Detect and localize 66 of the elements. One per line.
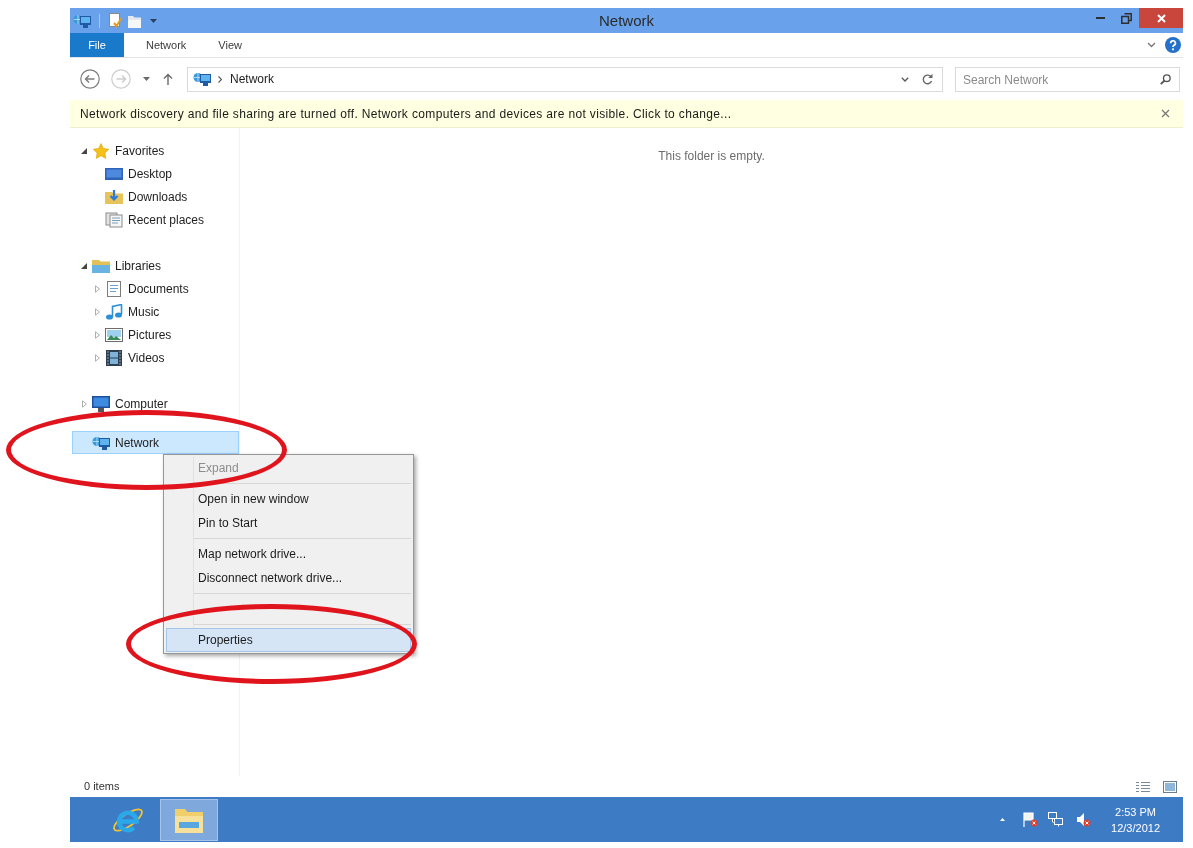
picture-icon [105, 326, 123, 343]
folder-icon [92, 257, 110, 274]
search-field[interactable]: Search Network [955, 67, 1180, 92]
ribbon-tab[interactable]: View [202, 33, 258, 57]
address-bar[interactable]: Network [187, 66, 943, 92]
nav-item[interactable]: Desktop [72, 162, 239, 185]
details-view-icon[interactable] [1136, 780, 1150, 793]
nav-item[interactable]: Documents [72, 277, 239, 300]
clock-date: 12/3/2012 [1111, 820, 1160, 836]
nav-item[interactable]: Recent places [72, 208, 239, 231]
network-icon [73, 12, 91, 29]
help-icon[interactable] [1165, 37, 1181, 53]
menu-item[interactable]: Properties [166, 628, 411, 652]
breadcrumb-item[interactable]: Network [230, 70, 274, 88]
film-icon [105, 349, 123, 366]
chevron-down-icon[interactable] [1147, 42, 1156, 48]
download-folder-icon [105, 188, 123, 205]
chevron-right-icon [218, 75, 222, 83]
document-icon [105, 280, 123, 297]
item-count: 0 items [84, 779, 120, 795]
nav-item[interactable]: Music [72, 300, 239, 323]
nav-item[interactable]: Libraries [72, 254, 239, 277]
dropdown-caret-icon[interactable] [143, 77, 150, 81]
large-icons-view-icon[interactable] [1163, 780, 1177, 793]
network-monitor-icon[interactable] [1048, 812, 1064, 827]
flag-icon[interactable] [1023, 812, 1039, 827]
nav-item[interactable]: Computer [72, 392, 239, 415]
back-button[interactable] [80, 69, 100, 89]
document-check-icon[interactable] [109, 13, 122, 28]
up-arrow-icon[interactable] [163, 73, 173, 85]
menu-item[interactable]: Pin to Start [166, 511, 411, 535]
empty-folder-message: This folder is empty. [658, 148, 765, 165]
close-icon [1161, 109, 1170, 118]
speaker-icon[interactable] [1076, 812, 1092, 827]
network-icon [193, 71, 211, 87]
window-title: Network [599, 11, 654, 31]
close-button[interactable] [1139, 8, 1183, 28]
menu-item[interactable]: Map network drive... [166, 542, 411, 566]
restore-icon [1120, 12, 1132, 24]
nav-item[interactable]: Downloads [72, 185, 239, 208]
close-icon [1156, 13, 1166, 23]
menu-item[interactable]: Open in new window [166, 487, 411, 511]
clock-time: 2:53 PM [1115, 804, 1156, 820]
nav-item[interactable]: Pictures [72, 323, 239, 346]
desktop-icon [105, 165, 123, 182]
folder-icon[interactable] [128, 13, 141, 28]
close-button[interactable] [1161, 109, 1170, 118]
menu-item[interactable]: Disconnect network drive... [166, 566, 411, 590]
nav-item[interactable]: Network [72, 431, 239, 454]
network-icon [92, 434, 110, 451]
chevron-down-icon[interactable] [901, 76, 909, 82]
nav-item[interactable]: Videos [72, 346, 239, 369]
computer-icon [92, 395, 110, 412]
document-stack-icon [105, 211, 123, 228]
nav-item[interactable]: Favorites [72, 139, 239, 162]
taskbar-app-button[interactable] [160, 798, 218, 841]
ribbon-tab[interactable]: Network [130, 33, 203, 57]
file-tab[interactable]: File [70, 33, 124, 57]
star-icon [92, 142, 110, 159]
search-icon [1160, 73, 1171, 85]
refresh-icon[interactable] [922, 73, 933, 85]
minimize-icon [1095, 17, 1105, 19]
up-caret-icon[interactable] [1000, 818, 1006, 821]
music-note-icon [105, 303, 123, 320]
info-bar-message[interactable]: Network discovery and file sharing are turned off. Network computers and devices are not visible. Click to change... [80, 104, 732, 123]
dropdown-caret-icon[interactable] [150, 18, 157, 23]
